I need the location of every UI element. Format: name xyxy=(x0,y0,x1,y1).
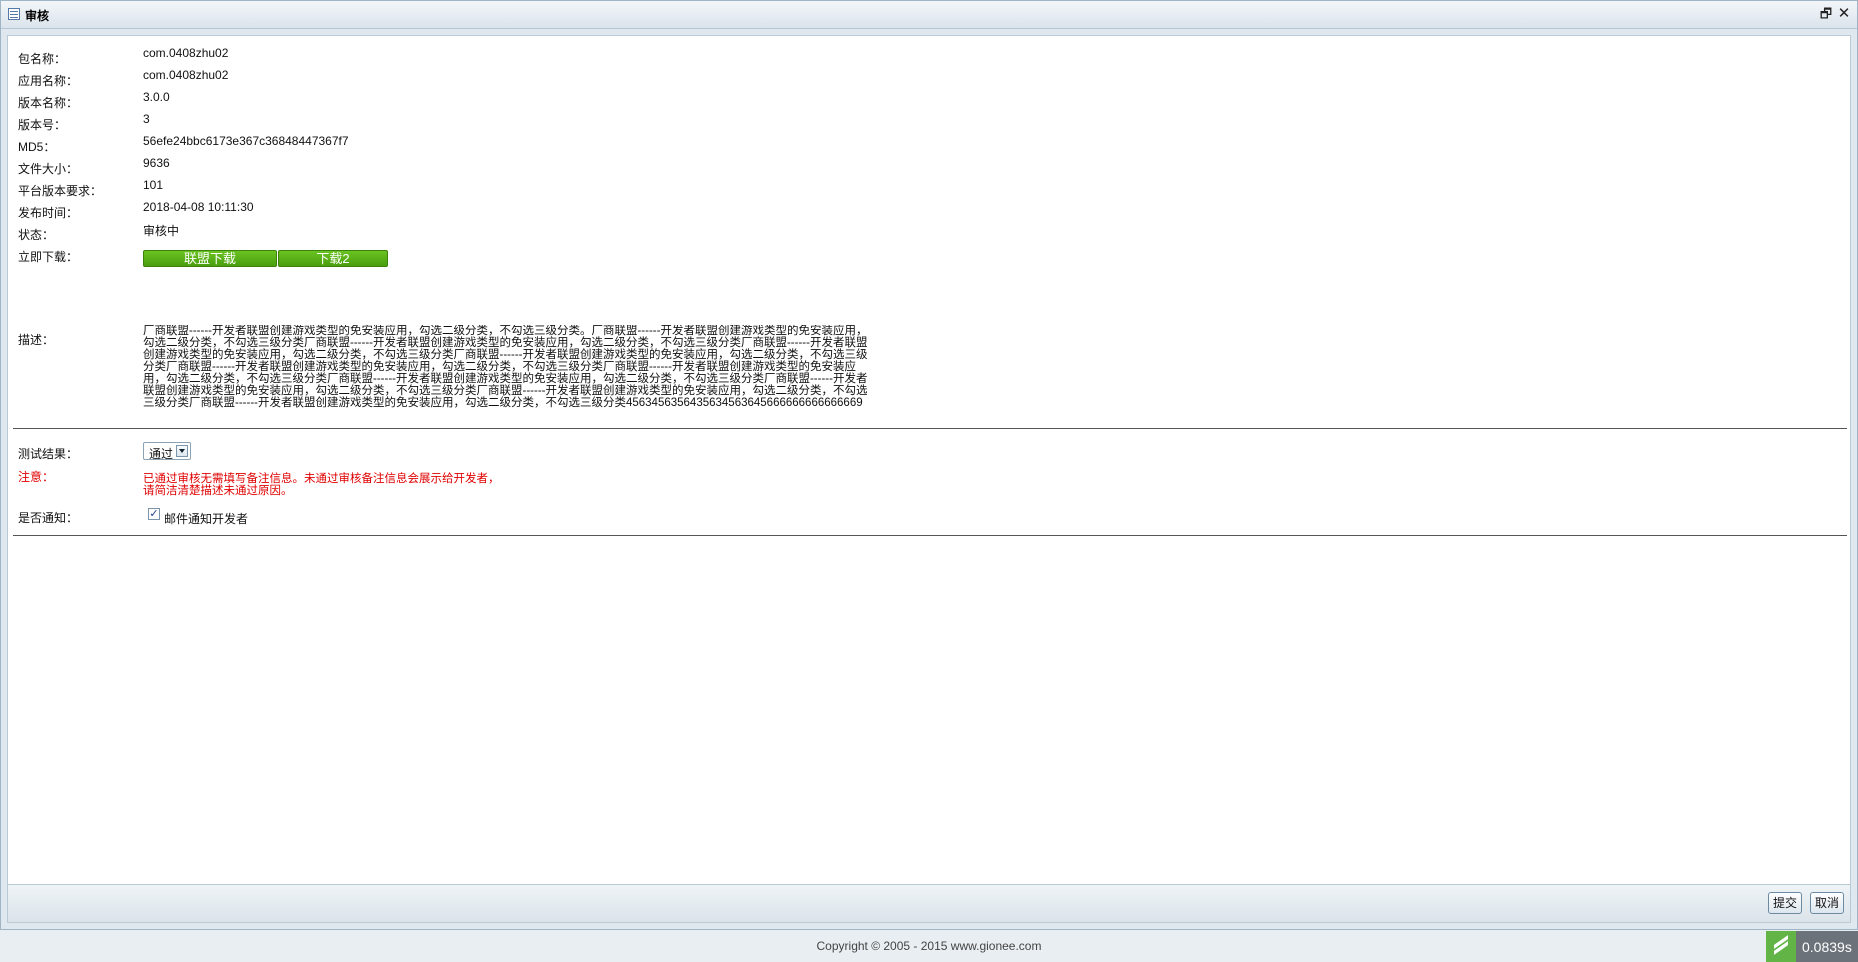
chevron-down-icon xyxy=(176,445,188,457)
test-result-select[interactable]: 通过 xyxy=(143,442,191,461)
email-notify-label[interactable]: 邮件通知开发者 xyxy=(164,510,248,527)
timer-value: 0.0839s xyxy=(1802,939,1852,955)
field-label: 版本号： xyxy=(18,118,67,132)
divider xyxy=(13,535,1847,536)
field-value: 2018-04-08 10:11:30 xyxy=(143,200,254,214)
review-form: 包名称： com.0408zhu02 应用名称： com.0408zhu02 版… xyxy=(7,35,1851,885)
field-value: 56efe24bbc6173e367c36848447367f7 xyxy=(143,134,349,148)
download2-button[interactable]: 下载2 xyxy=(278,250,388,267)
close-icon[interactable]: ✕ xyxy=(1837,6,1851,21)
field-value: 9636 xyxy=(143,156,170,170)
email-notify-checkbox[interactable]: ✓ xyxy=(148,508,160,520)
notice-line-1: 已通过审核无需填写备注信息。未通过审核备注信息会展示给开发者， xyxy=(143,473,500,485)
divider xyxy=(13,428,1847,429)
leaf-logo-icon xyxy=(1766,931,1796,962)
field-value: 101 xyxy=(143,178,164,192)
status-value: 审核中 xyxy=(143,224,180,238)
field-value: com.0408zhu02 xyxy=(143,68,229,82)
field-value: 3.0.0 xyxy=(143,90,170,104)
field-value: 3 xyxy=(143,112,150,126)
description-label: 描述： xyxy=(18,333,55,347)
field-label: 应用名称： xyxy=(18,74,79,88)
notice-text: 已通过审核无需填写备注信息。未通过审核备注信息会展示给开发者， 请简洁清楚描述未… xyxy=(143,473,500,497)
field-value: com.0408zhu02 xyxy=(143,46,229,60)
field-label: 平台版本要求： xyxy=(18,184,103,198)
download-label: 立即下载： xyxy=(18,250,79,264)
field-label: 文件大小： xyxy=(18,162,79,176)
union-download-button[interactable]: 联盟下载 xyxy=(143,250,277,267)
notice-label: 注意： xyxy=(18,470,55,484)
description-text: 厂商联盟------开发者联盟创建游戏类型的免安装应用，勾选二级分类，不勾选三级… xyxy=(143,325,868,409)
review-dialog: 审核 🗗 ✕ 包名称： com.0408zhu02 应用名称： com.0408… xyxy=(0,0,1858,930)
test-result-value: 通过 xyxy=(149,447,174,461)
notice-line-2: 请简洁清楚描述未通过原因。 xyxy=(143,485,293,497)
notify-label: 是否通知： xyxy=(18,511,79,525)
dialog-titlebar[interactable]: 审核 🗗 ✕ xyxy=(1,1,1857,29)
cancel-button[interactable]: 取消 xyxy=(1809,892,1844,914)
field-label: 包名称： xyxy=(18,52,67,66)
field-label: 状态： xyxy=(18,228,55,242)
copyright-text: Copyright © 2005 - 2015 www.gionee.com xyxy=(816,939,1042,953)
restore-icon[interactable]: 🗗 xyxy=(1819,7,1833,21)
field-label: 发布时间： xyxy=(18,206,79,220)
test-result-label: 测试结果： xyxy=(18,447,79,461)
field-label: MD5： xyxy=(18,140,56,154)
dialog-title: 审核 xyxy=(25,9,50,23)
dialog-button-bar: 提交 取消 xyxy=(7,885,1851,923)
field-label: 版本名称： xyxy=(18,96,79,110)
dialog-window-icon xyxy=(8,8,20,20)
submit-button[interactable]: 提交 xyxy=(1767,892,1802,914)
page-timer-badge: 0.0839s xyxy=(1766,931,1858,962)
